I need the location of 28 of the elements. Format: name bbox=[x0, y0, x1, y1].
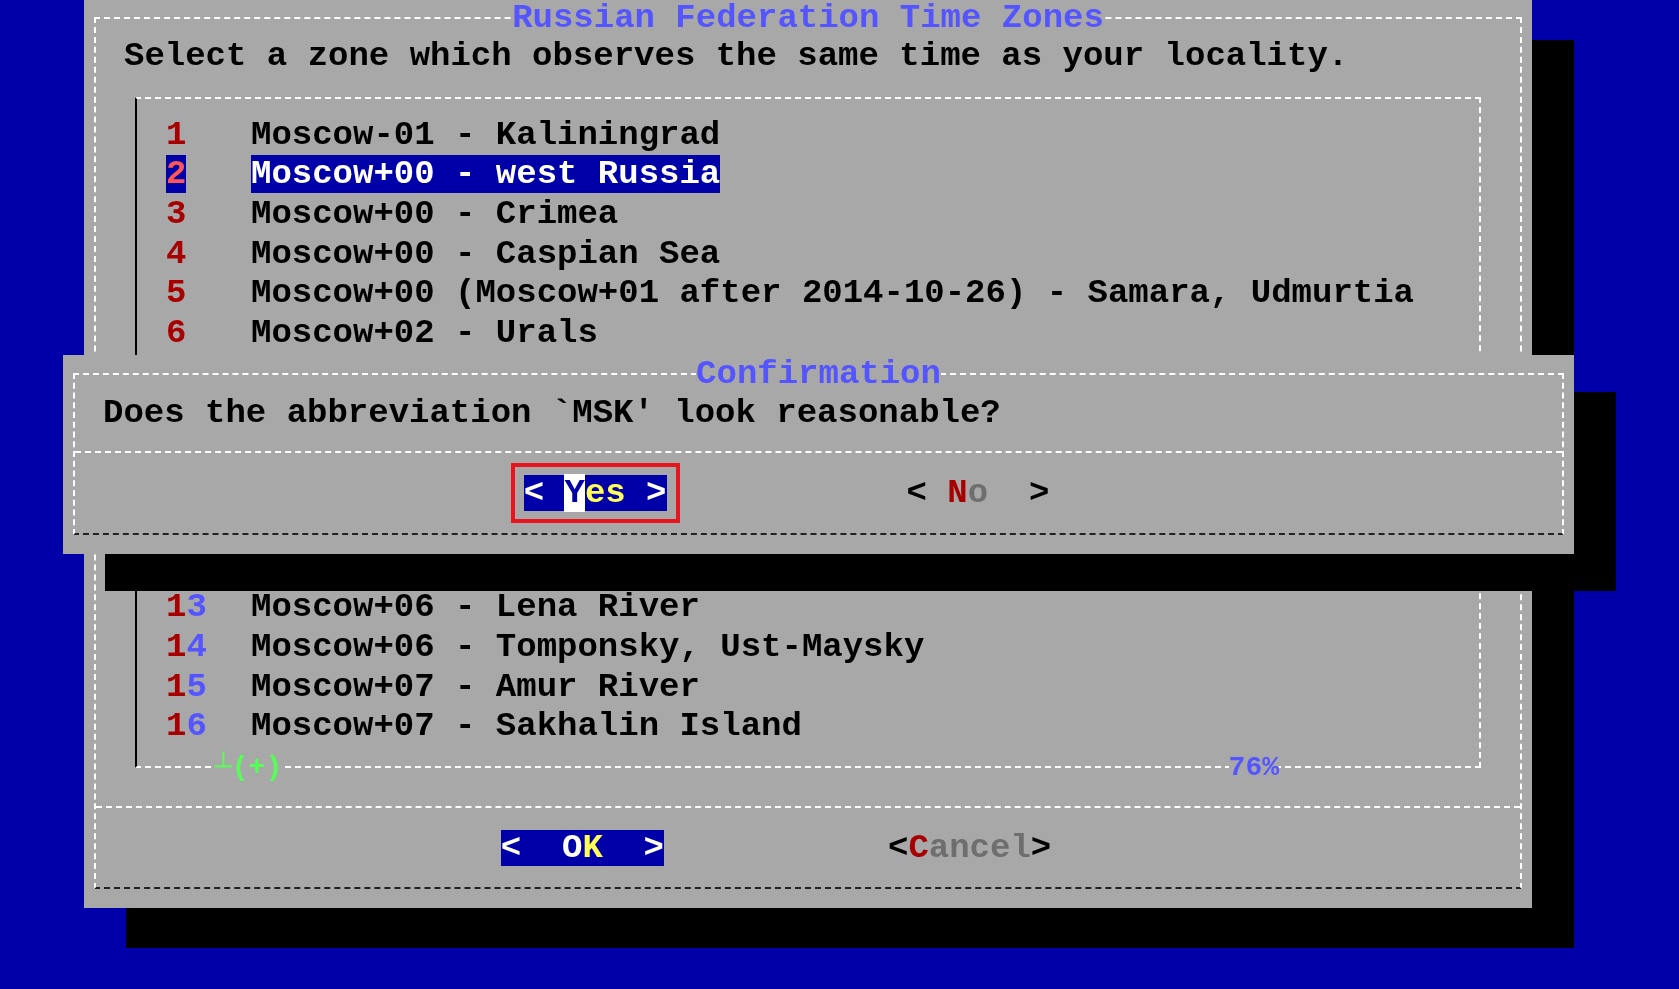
dialog-button[interactable]: < Yes > bbox=[523, 475, 667, 511]
time-zone-option[interactable]: Moscow+07 - Amur River bbox=[251, 667, 700, 706]
item-number: 5 bbox=[165, 274, 188, 313]
time-zone-option[interactable]: Moscow+00 - Caspian Sea bbox=[251, 234, 721, 273]
dialog-button[interactable]: < No > bbox=[906, 475, 1050, 511]
item-number: 6 bbox=[165, 313, 188, 352]
item-number: 2 bbox=[165, 155, 188, 194]
time-zone-option[interactable]: Moscow+00 - west Russia bbox=[251, 155, 721, 194]
item-number: 3 bbox=[165, 195, 188, 233]
prompt-text: Select a zone which observes the same time as your locality. bbox=[124, 36, 1350, 76]
time-zone-option[interactable]: Moscow-01 - Kaliningrad bbox=[251, 115, 721, 154]
time-zone-option[interactable]: Moscow+00 - Crimea bbox=[251, 195, 619, 233]
item-number: 4 bbox=[165, 234, 188, 273]
confirmation-message: Does the abbreviation `MSK' look reasonable? bbox=[103, 393, 1002, 433]
time-zone-option[interactable]: Moscow+00 (Moscow+01 after 2014-10-26) - Samara, Udmurtia bbox=[251, 274, 1414, 313]
item-number: 15 bbox=[165, 667, 208, 706]
time-zone-option[interactable]: Moscow+02 - Urals bbox=[251, 313, 598, 352]
item-number: 14 bbox=[165, 628, 208, 666]
item-number: 1 bbox=[165, 115, 188, 154]
time-zone-option[interactable]: Moscow+06 - Tomponsky, Ust-Maysky bbox=[251, 628, 925, 666]
item-number: 16 bbox=[165, 707, 208, 746]
time-zone-option[interactable]: Moscow+06 - Lena River bbox=[251, 588, 700, 627]
item-number: 13 bbox=[165, 588, 208, 627]
dialog-button[interactable]: < OK > bbox=[500, 829, 664, 866]
dialog-title: Russian Federation Time Zones bbox=[512, 0, 1104, 36]
time-zone-option[interactable]: Moscow+07 - Sakhalin Island bbox=[251, 707, 802, 746]
dialog-button[interactable]: <Cancel> bbox=[888, 829, 1052, 866]
dialog-title: Confirmation bbox=[696, 355, 941, 393]
